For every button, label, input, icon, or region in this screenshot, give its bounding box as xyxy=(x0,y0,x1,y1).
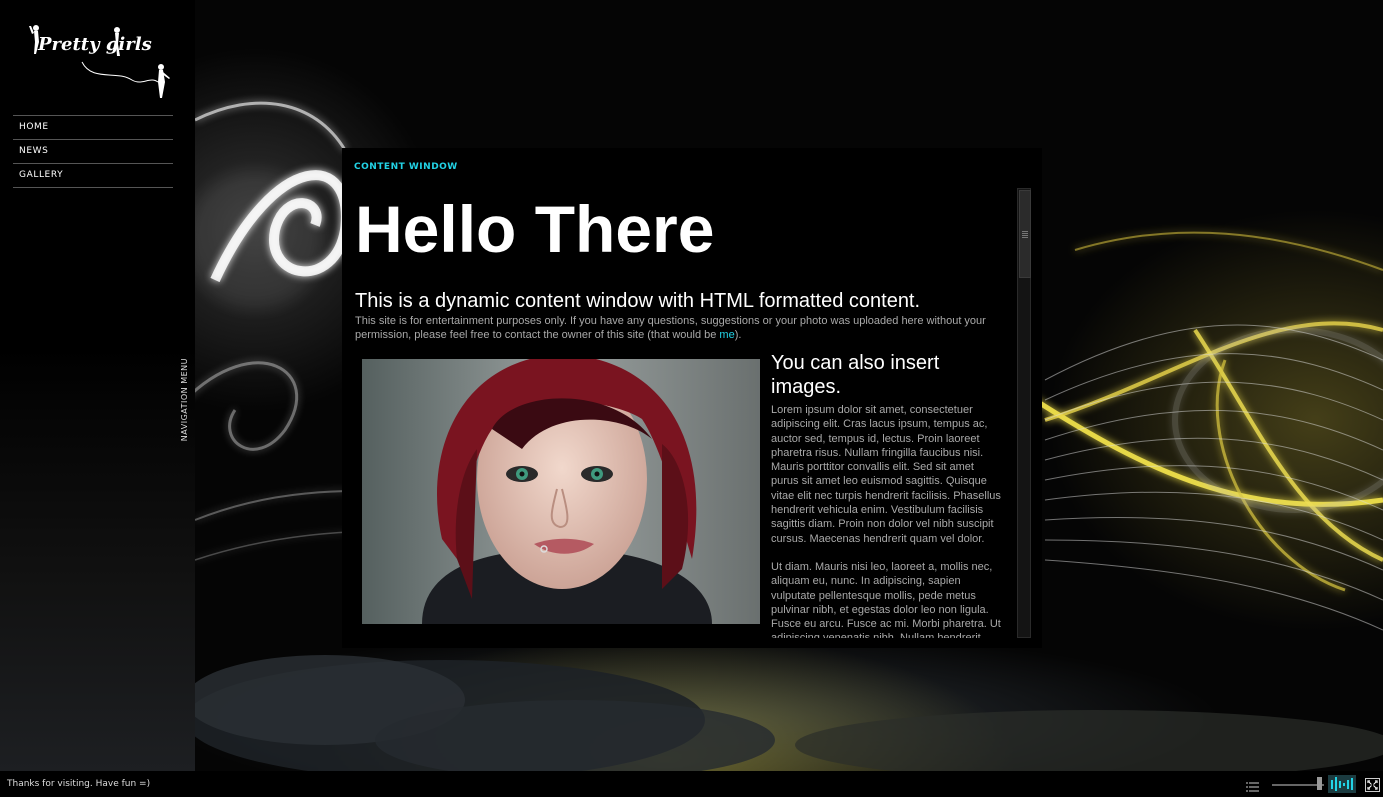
playlist-icon[interactable] xyxy=(1246,778,1259,792)
lead-text: This is a dynamic content window with HT… xyxy=(355,290,921,312)
equalizer-icon[interactable] xyxy=(1328,775,1356,793)
volume-slider-handle[interactable] xyxy=(1317,777,1322,790)
content-scrollbar[interactable] xyxy=(1017,188,1031,638)
paragraph-1: Lorem ipsum dolor sit amet, consectetuer… xyxy=(771,404,1001,545)
nav-item-news[interactable]: NEWS xyxy=(13,140,173,164)
content-window-body[interactable]: Hello There This is a dynamic content wi… xyxy=(355,188,1015,638)
portrait-image xyxy=(362,359,760,624)
sidebar: Pretty girls HOME NEWS GALLERY NAVIGATIO… xyxy=(0,0,195,771)
portrait-photo xyxy=(362,359,760,624)
logo-text: Pretty girls xyxy=(38,34,152,55)
footer-bar: Thanks for visiting. Have fun =) xyxy=(0,771,1383,797)
nav-item-home[interactable]: HOME xyxy=(13,116,173,140)
fullscreen-icon[interactable] xyxy=(1365,777,1380,792)
paragraph-2: Ut diam. Mauris nisi leo, laoreet a, mol… xyxy=(771,560,1001,638)
disclaimer-body: This site is for entertainment purposes … xyxy=(355,315,986,341)
page-heading: Hello There xyxy=(355,192,715,266)
contact-me-link[interactable]: me xyxy=(719,329,734,341)
nav-item-gallery[interactable]: GALLERY xyxy=(13,164,173,188)
scrollbar-thumb[interactable] xyxy=(1019,190,1031,278)
disclaimer-text: This site is for entertainment purposes … xyxy=(355,314,1005,342)
content-window: CONTENT WINDOW Hello There This is a dyn… xyxy=(342,148,1042,648)
main-navigation: HOME NEWS GALLERY xyxy=(13,115,173,188)
text-column: You can also insert images. Lorem ipsum … xyxy=(771,351,1003,638)
content-window-title[interactable]: CONTENT WINDOW xyxy=(354,162,458,172)
site-logo[interactable]: Pretty girls xyxy=(22,22,177,104)
navigation-menu-label: NAVIGATION MENU xyxy=(179,358,189,442)
disclaimer-end: ). xyxy=(734,329,742,341)
section-heading: You can also insert images. xyxy=(771,352,940,398)
navigation-menu-toggle[interactable]: NAVIGATION MENU xyxy=(174,358,194,442)
footer-message: Thanks for visiting. Have fun =) xyxy=(7,779,151,789)
